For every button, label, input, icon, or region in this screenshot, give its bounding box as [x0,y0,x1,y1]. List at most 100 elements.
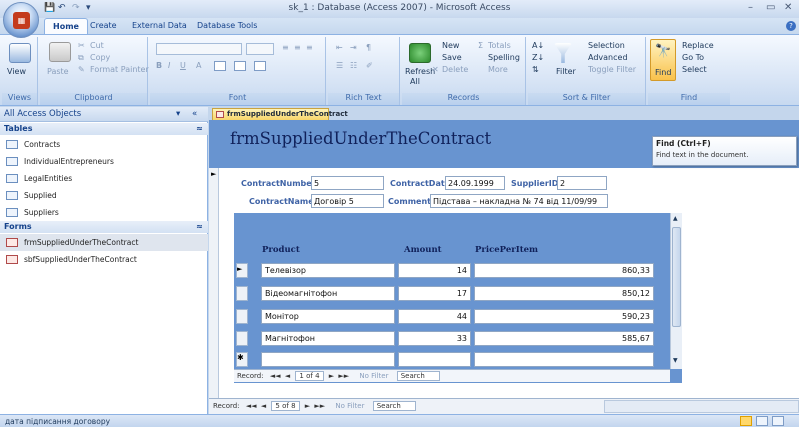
scroll-thumb[interactable] [672,227,681,327]
highlight-icon[interactable]: ✐ [366,61,373,70]
contract-date-field[interactable]: 24.09.1999 [445,176,505,190]
goto-button[interactable]: Go To [682,53,704,62]
sort-ascending-icon[interactable]: A↓ [532,41,544,50]
form-view-icon[interactable] [740,416,752,426]
product-cell[interactable]: Монітор [261,309,395,324]
bullets-icon[interactable]: ☰ [336,61,343,70]
new-amount-cell[interactable] [398,352,471,367]
new-product-cell[interactable] [261,352,395,367]
text-direction-icon[interactable]: ¶ [366,43,371,52]
comment-field[interactable]: Підстава – накладна № 74 від 11/09/99 [430,194,608,208]
search-box[interactable]: Search [372,401,416,411]
tab-create[interactable]: Create [82,18,125,34]
scroll-up-icon[interactable]: ▲ [673,215,678,222]
paste-button[interactable]: Paste [47,67,69,76]
selection-button[interactable]: Selection [588,41,625,50]
refresh-all-button[interactable]: Refresh [405,67,435,76]
gridlines-icon[interactable] [234,61,246,71]
spelling-button[interactable]: Spelling [488,53,520,62]
no-filter-indicator[interactable]: No Filter [359,372,388,380]
help-icon[interactable]: ? [786,21,796,31]
nav-dropdown-icon[interactable]: ▾ [176,109,180,119]
first-record-button[interactable]: ◄◄ [270,372,281,380]
advanced-button[interactable]: Advanced [588,53,628,62]
delete-record-button[interactable]: Delete [442,65,468,74]
cut-button[interactable]: Cut [90,41,104,50]
decrease-indent-icon[interactable]: ⇤ [336,43,343,52]
price-cell[interactable]: 850,12 [474,286,654,301]
new-row-selector[interactable]: ✱ [236,352,248,367]
product-cell[interactable]: Телевізор [261,263,395,278]
last-record-button[interactable]: ►► [314,402,325,410]
tab-database-tools[interactable]: Database Tools [189,18,265,34]
amount-cell[interactable]: 17 [398,286,471,301]
price-cell[interactable]: 590,23 [474,309,654,324]
fill-color-icon[interactable] [214,61,226,71]
record-position-field[interactable]: 1 of 4 [295,371,324,381]
search-box[interactable]: Search [396,371,440,381]
maximize-button[interactable]: ▭ [766,2,775,13]
next-record-button[interactable]: ► [329,372,334,380]
next-record-button[interactable]: ► [305,402,310,410]
copy-button[interactable]: Copy [90,53,110,62]
price-cell[interactable]: 585,67 [474,331,654,346]
scroll-down-icon[interactable]: ▼ [673,357,678,364]
row-selector[interactable] [236,331,248,346]
nav-pane-header[interactable]: All Access Objects ▾ « [0,107,208,122]
shutter-bar-close-icon[interactable]: « [192,109,197,119]
amount-cell[interactable]: 33 [398,331,471,346]
select-button[interactable]: Select [682,65,707,74]
horizontal-scrollbar[interactable] [604,400,799,413]
office-button[interactable]: ▦ [3,2,39,38]
nav-item-supplied[interactable]: Supplied [0,187,208,204]
design-view-icon[interactable] [772,416,784,426]
product-cell[interactable]: Відеомагнітофон [261,286,395,301]
nav-group-forms[interactable]: Forms ≈ [0,221,208,233]
font-color-icon[interactable]: A [196,61,201,70]
document-tab[interactable]: frmSuppliedUnderTheContract [212,108,348,120]
sort-descending-icon[interactable]: Z↓ [532,53,544,62]
row-selector[interactable]: ► [236,263,248,278]
more-button[interactable]: More [488,65,508,74]
totals-button[interactable]: Totals [488,41,511,50]
contract-name-field[interactable]: Договір 5 [311,194,384,208]
close-button[interactable]: ✕ [784,2,792,13]
first-record-button[interactable]: ◄◄ [246,402,257,410]
increase-indent-icon[interactable]: ⇥ [350,43,357,52]
format-painter-button[interactable]: Format Painter [90,65,149,74]
nav-item-sbf-supplied[interactable]: sbfSuppliedUnderTheContract [0,251,208,268]
font-name-dropdown[interactable] [156,43,242,55]
nav-item-frm-supplied[interactable]: frmSuppliedUnderTheContract [0,234,208,251]
nav-item-legal-entities[interactable]: LegalEntities [0,170,208,187]
amount-cell[interactable]: 44 [398,309,471,324]
font-size-dropdown[interactable] [246,43,274,55]
nav-item-contracts[interactable]: Contracts [0,136,208,153]
numbering-icon[interactable]: ☷ [350,61,357,70]
product-cell[interactable]: Магнітофон [261,331,395,346]
tab-external-data[interactable]: External Data [124,18,195,34]
nav-item-individual-entrepreneurs[interactable]: IndividualEntrepreneurs [0,153,208,170]
filter-button[interactable]: Filter [556,67,576,76]
prev-record-button[interactable]: ◄ [285,372,290,380]
view-button[interactable]: View [7,67,26,76]
collapse-icon[interactable]: ≈ [196,124,203,133]
amount-cell[interactable]: 14 [398,263,471,278]
new-record-button[interactable]: New [442,41,459,50]
new-price-cell[interactable] [474,352,654,367]
row-selector[interactable] [236,286,248,301]
prev-record-button[interactable]: ◄ [261,402,266,410]
alternate-fill-icon[interactable] [254,61,266,71]
align-center-icon[interactable]: ≡ [294,43,301,52]
no-filter-indicator[interactable]: No Filter [335,402,364,410]
italic-button[interactable]: I [168,61,170,70]
replace-button[interactable]: Replace [682,41,714,50]
bold-button[interactable]: B [156,61,162,70]
nav-item-suppliers[interactable]: Suppliers [0,204,208,221]
subform-vertical-scrollbar[interactable]: ▲ ▼ [670,213,682,369]
record-selector[interactable]: ► [209,168,219,398]
record-position-field[interactable]: 5 of 8 [271,401,300,411]
supplier-id-field[interactable]: 2 [557,176,607,190]
clear-sort-icon[interactable]: ⇅ [532,65,539,74]
collapse-icon[interactable]: ≈ [196,222,203,231]
underline-button[interactable]: U [180,61,186,70]
